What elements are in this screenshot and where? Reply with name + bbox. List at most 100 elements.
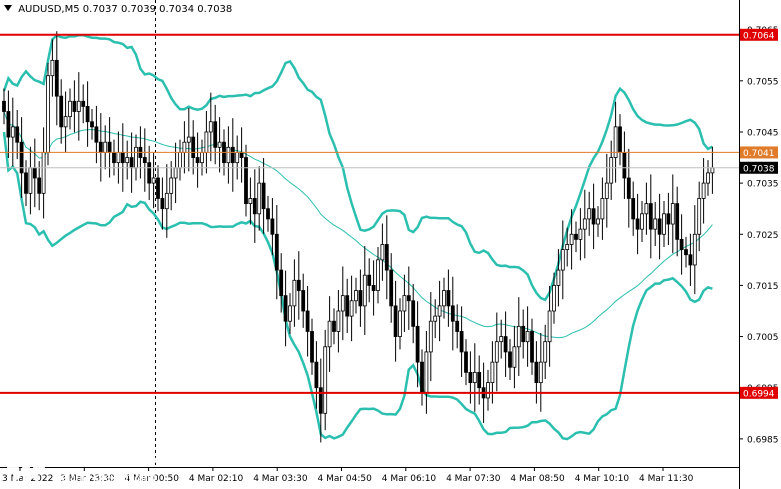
candle [437, 280, 442, 342]
candle [230, 118, 235, 192]
candle [125, 140, 130, 180]
candle [345, 278, 350, 333]
candle [204, 110, 209, 174]
candle [182, 121, 187, 174]
candle [384, 215, 389, 300]
candle [147, 145, 152, 200]
candle [178, 139, 182, 181]
candle [472, 343, 477, 412]
candle [490, 341, 495, 404]
candle [446, 269, 451, 327]
time-tick-label: 4 Mar 04:50 [318, 474, 373, 484]
candle [538, 332, 543, 412]
candle [679, 214, 684, 275]
price-tick-label: 0.6985 [747, 435, 779, 445]
price-chart[interactable]: 0.70650.70550.70450.70350.70250.70150.70… [0, 0, 781, 489]
bollinger-bands [2, 33, 713, 441]
candle [107, 117, 112, 178]
level-price-label: 0.7064 [743, 31, 775, 41]
candle [261, 158, 266, 234]
candle [362, 246, 367, 336]
candle [657, 193, 662, 260]
chart-title: AUDUSD,M5 0.7037 0.7039 0.7034 0.7038 [4, 4, 232, 15]
price-axis: 0.70650.70550.70450.70350.70250.70150.70… [739, 26, 779, 445]
candle [305, 285, 310, 357]
candle [112, 139, 116, 176]
candle [626, 148, 631, 228]
time-tick-label: 4 Mar 07:30 [446, 474, 501, 484]
candle [10, 97, 15, 167]
candle [402, 274, 407, 332]
candle [670, 174, 675, 254]
candle [582, 189, 587, 259]
candle [706, 160, 710, 196]
candle [710, 146, 715, 194]
candle [235, 135, 240, 180]
candlestick-series [2, 31, 715, 443]
level-price-label: 0.7041 [743, 149, 775, 159]
candle [160, 177, 165, 230]
candle [406, 266, 411, 330]
price-levels [0, 33, 739, 394]
candle [257, 166, 262, 231]
candle [151, 152, 156, 209]
candle [94, 105, 99, 164]
candle [525, 306, 530, 367]
candle [15, 109, 20, 160]
candle [354, 277, 358, 314]
candle [653, 202, 658, 247]
candle [213, 104, 218, 165]
candle [389, 253, 394, 323]
time-tick-label: 4 Mar 08:50 [510, 474, 565, 484]
candle [600, 177, 605, 240]
candle [640, 201, 644, 242]
candle [332, 308, 336, 345]
candle [90, 108, 94, 140]
candle [697, 181, 702, 252]
candle [327, 296, 332, 372]
candle [72, 80, 77, 133]
candle [296, 251, 301, 320]
candle [292, 259, 297, 327]
candle [266, 195, 270, 232]
candle [59, 79, 64, 144]
candle [613, 101, 618, 183]
candle [450, 276, 455, 351]
level-price-tag: 0.6994 [740, 386, 778, 399]
candle [578, 208, 583, 261]
candle [6, 90, 11, 159]
candle [560, 220, 565, 300]
chart-menu-triangle-icon[interactable] [4, 5, 12, 11]
candle [648, 174, 653, 259]
candle [76, 72, 81, 141]
instaforex-logo-icon [7, 447, 45, 486]
candle [675, 186, 680, 257]
candle [688, 233, 693, 286]
candle [239, 127, 244, 183]
candle [666, 192, 671, 246]
watermark-tagline: Instant Forex Trading [52, 472, 156, 484]
candle [129, 132, 134, 193]
candle [534, 341, 539, 404]
candle [46, 62, 50, 166]
candle [81, 84, 86, 124]
candle [618, 114, 622, 166]
current-price-label: 0.7038 [743, 164, 775, 174]
candle [486, 369, 490, 411]
candle [314, 341, 319, 409]
candle [24, 160, 28, 207]
price-tick-label: 0.7035 [747, 180, 779, 190]
candle [54, 31, 59, 126]
candle [420, 349, 424, 406]
candle [217, 117, 222, 173]
candle [609, 140, 614, 200]
candle [547, 285, 552, 367]
candle [587, 191, 592, 236]
candle [142, 128, 147, 192]
candle [477, 355, 482, 405]
candle [116, 131, 121, 184]
price-tick-label: 0.7025 [747, 231, 779, 241]
candle [134, 134, 138, 181]
candle [662, 201, 666, 248]
candle [530, 318, 534, 375]
